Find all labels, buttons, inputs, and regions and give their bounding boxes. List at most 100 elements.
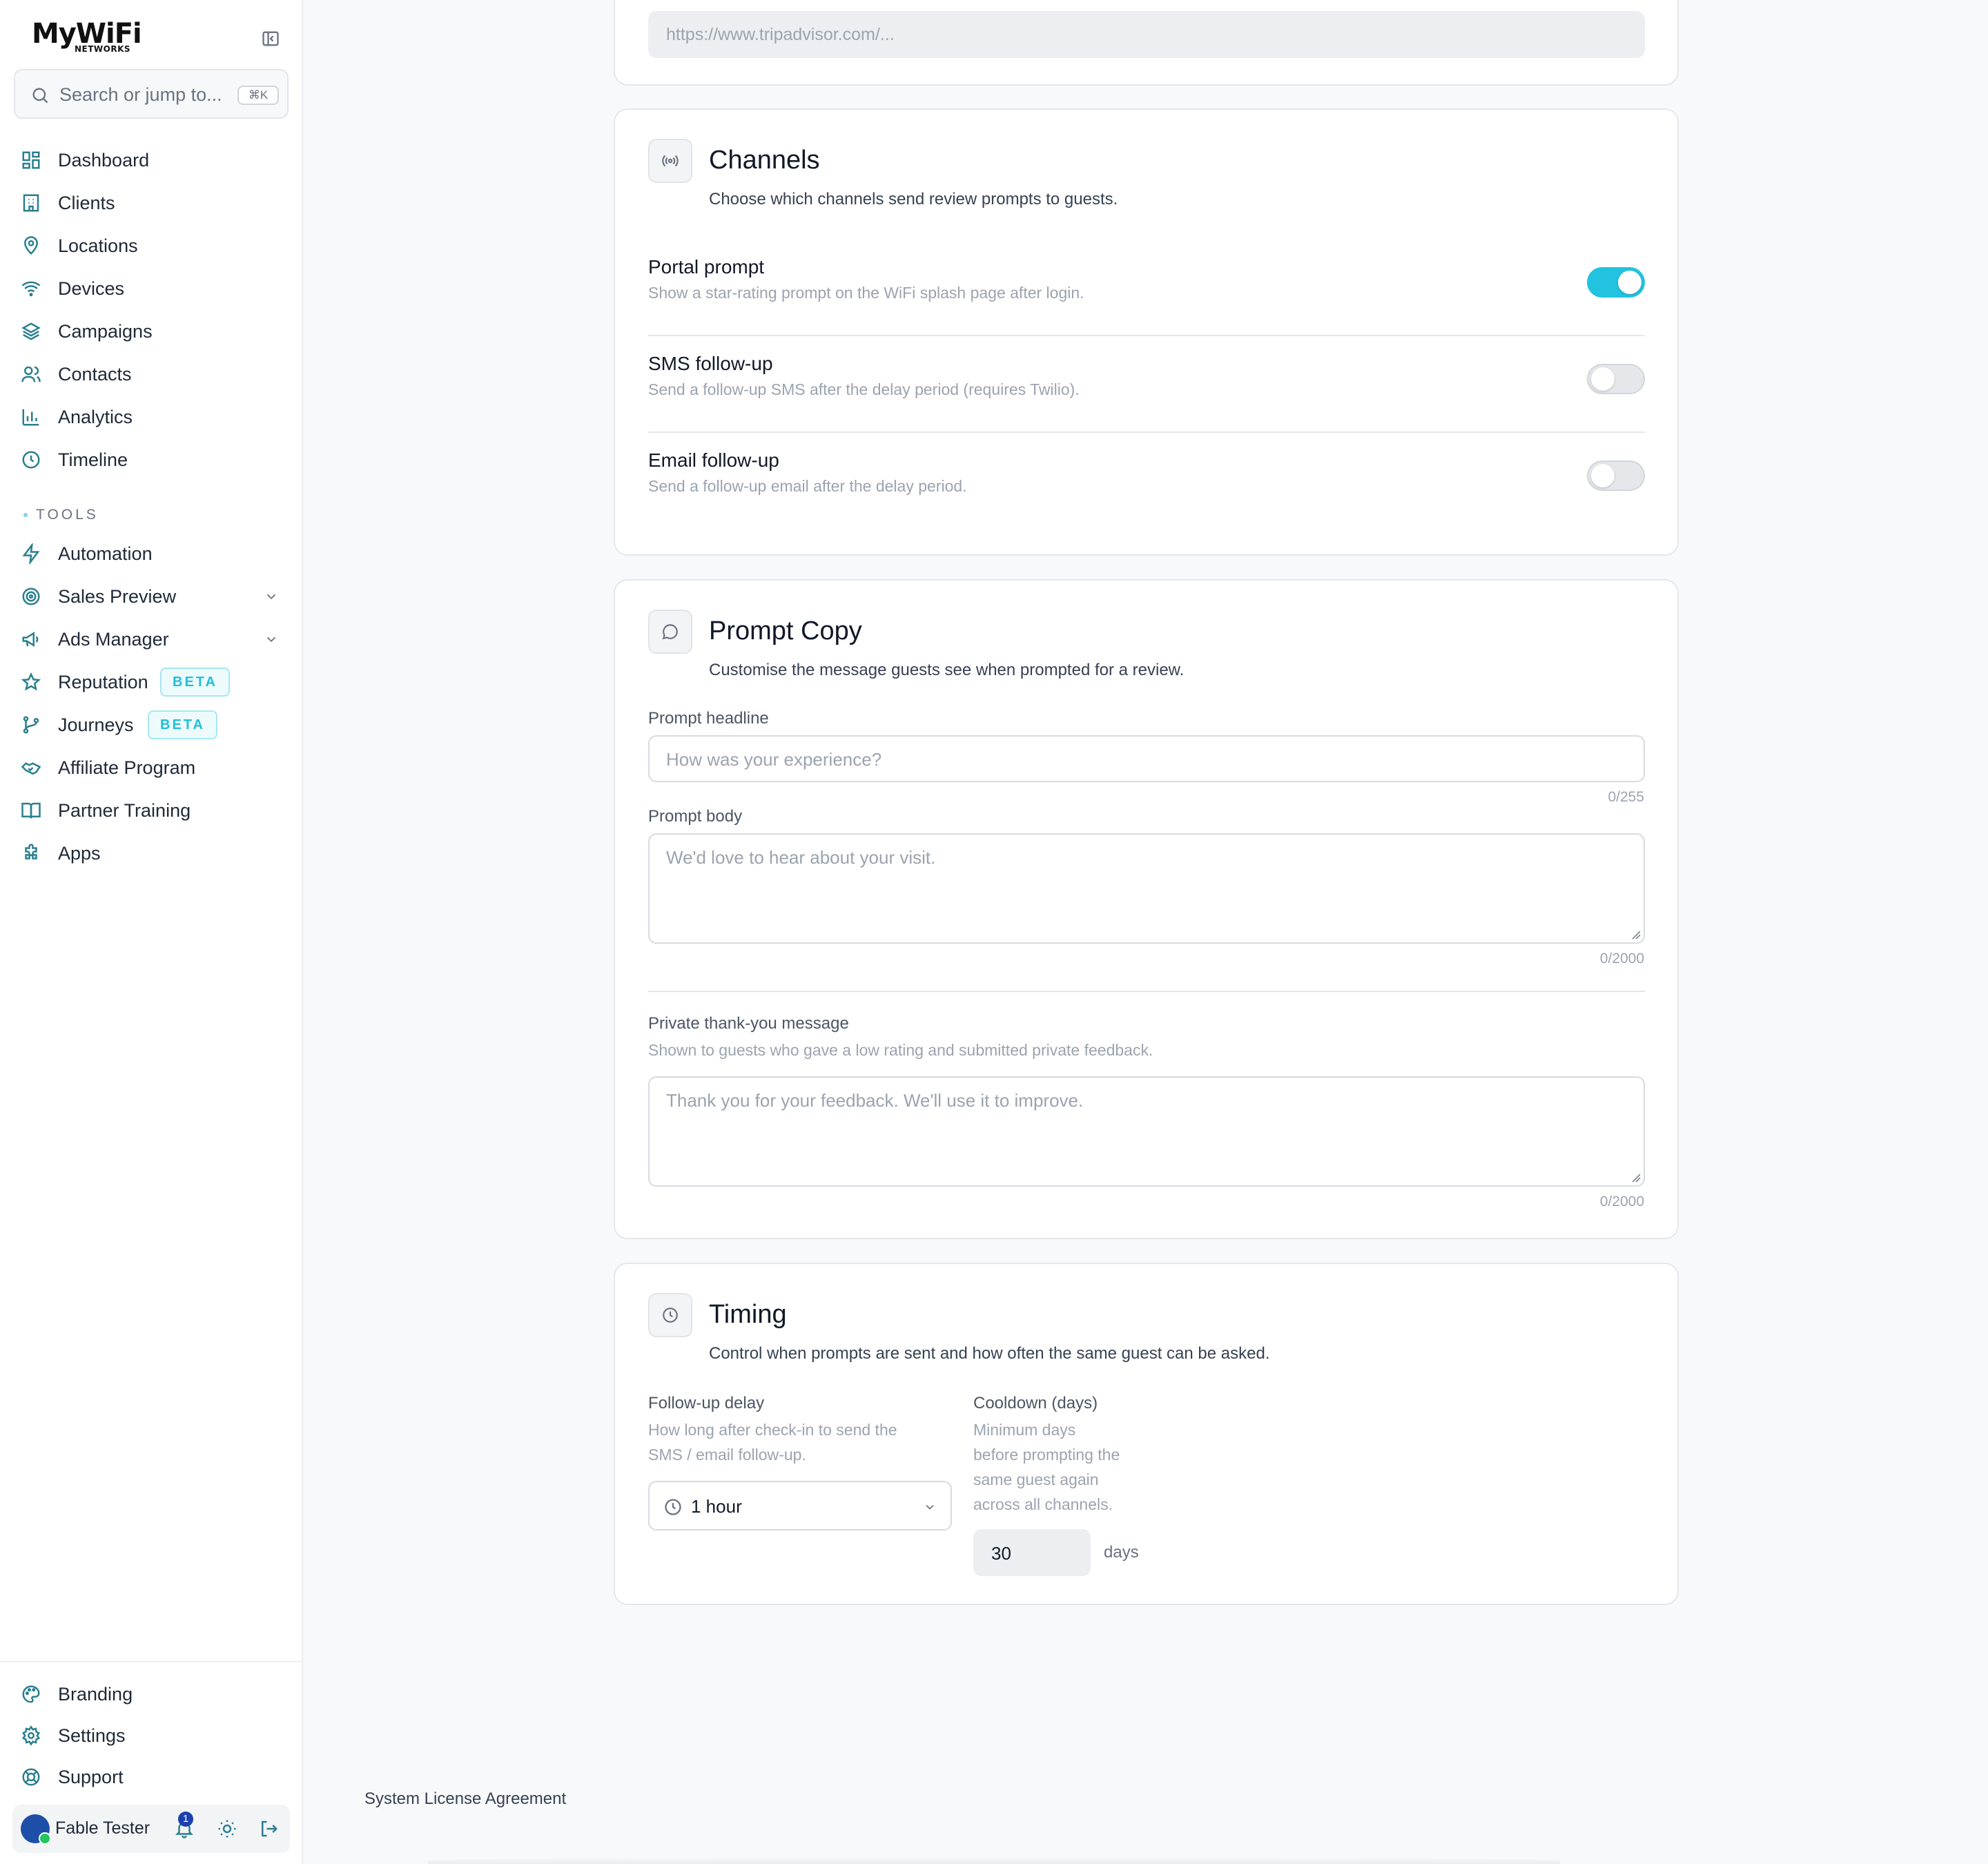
search-placeholder: Search or jump to... bbox=[59, 84, 222, 105]
prompt-body-textarea[interactable]: We'd love to hear about your visit. bbox=[648, 833, 1645, 944]
nav-item-dashboard[interactable]: Dashboard bbox=[21, 143, 290, 177]
handshake-icon bbox=[21, 762, 41, 775]
nav-item-support[interactable]: Support bbox=[21, 1760, 290, 1794]
nav-item-reputation[interactable]: Reputation BETA bbox=[21, 665, 290, 699]
megaphone-icon bbox=[22, 631, 39, 648]
body-counter: 0/2000 bbox=[1599, 951, 1644, 967]
cooldown-days-input[interactable]: 30 bbox=[973, 1529, 1091, 1576]
email-followup-toggle[interactable] bbox=[1587, 460, 1645, 491]
body-label: Prompt body bbox=[648, 807, 743, 826]
license-agreement-link[interactable]: System License Agreement bbox=[364, 1789, 566, 1809]
review-link-card: https://www.tripadvisor.com/... bbox=[614, 0, 1679, 86]
nav-item-automation[interactable]: Automation bbox=[21, 536, 290, 571]
sms-followup-toggle[interactable] bbox=[1587, 364, 1645, 394]
nav-item-partner-training[interactable]: Partner Training bbox=[21, 793, 290, 828]
resize-handle-icon[interactable] bbox=[1631, 930, 1641, 940]
nav-item-clients[interactable]: Clients bbox=[21, 186, 290, 220]
broadcast-icon bbox=[662, 155, 679, 167]
nav-label: Affiliate Program bbox=[58, 757, 196, 778]
chevron-down-icon[interactable] bbox=[264, 632, 279, 647]
sidebar-collapse-icon[interactable] bbox=[261, 29, 280, 48]
timing-card: Timing Control when prompts are sent and… bbox=[614, 1263, 1679, 1605]
avatar[interactable] bbox=[21, 1814, 51, 1845]
nav-item-timeline[interactable]: Timeline bbox=[21, 443, 290, 477]
chevron-down-icon[interactable] bbox=[264, 589, 279, 604]
section-dot bbox=[23, 513, 28, 518]
thanks-label: Private thank-you message bbox=[648, 1014, 849, 1033]
gear-icon bbox=[21, 1725, 41, 1746]
nav-label: Settings bbox=[58, 1725, 126, 1746]
clock-icon bbox=[22, 451, 40, 469]
clock-icon bbox=[663, 1308, 678, 1323]
thank-you-textarea[interactable]: Thank you for your feedback. We'll use i… bbox=[648, 1076, 1645, 1187]
headline-label: Prompt headline bbox=[648, 709, 769, 728]
beta-badge: BETA bbox=[160, 668, 230, 697]
cooldown-hint-line: same guest again bbox=[973, 1470, 1099, 1488]
nav-label: Branding bbox=[58, 1684, 133, 1705]
thanks-counter: 0/2000 bbox=[1599, 1194, 1644, 1210]
map-pin-icon bbox=[23, 236, 39, 255]
user-name[interactable]: Fable Tester bbox=[55, 1818, 150, 1838]
nav-label: Sales Preview bbox=[58, 586, 177, 607]
prompt-copy-card: Prompt Copy Customise the message guests… bbox=[614, 579, 1679, 1239]
card-icon-box bbox=[648, 610, 692, 654]
layers-icon bbox=[21, 322, 41, 340]
star-icon bbox=[21, 672, 41, 691]
nav-label: Campaigns bbox=[58, 321, 153, 342]
clock-icon bbox=[665, 1499, 681, 1515]
chat-bubble-icon bbox=[662, 624, 678, 640]
logout-icon[interactable] bbox=[258, 1818, 279, 1839]
users-icon bbox=[21, 366, 41, 382]
nav-item-apps[interactable]: Apps bbox=[21, 836, 290, 871]
delay-label: Follow-up delay bbox=[648, 1394, 765, 1412]
followup-delay-select[interactable]: 1 hour bbox=[648, 1481, 952, 1531]
nav-label: Devices bbox=[58, 278, 125, 299]
body-placeholder: We'd love to hear about your visit. bbox=[666, 847, 936, 868]
cooldown-hint-line: Minimum days bbox=[973, 1421, 1076, 1439]
channel-label: Portal prompt bbox=[648, 256, 765, 278]
search-box[interactable]: Search or jump to... ⌘K bbox=[14, 69, 289, 119]
nav-item-contacts[interactable]: Contacts bbox=[21, 357, 290, 391]
nav-item-locations[interactable]: Locations bbox=[21, 229, 290, 263]
cooldown-label: Cooldown (days) bbox=[973, 1394, 1098, 1412]
nav-item-sales-preview[interactable]: Sales Preview bbox=[21, 579, 290, 614]
card-title: Channels bbox=[709, 146, 820, 175]
resize-handle-icon[interactable] bbox=[1631, 1173, 1641, 1183]
nav-item-devices[interactable]: Devices bbox=[21, 271, 290, 306]
card-subtitle: Control when prompts are sent and how of… bbox=[709, 1344, 1270, 1363]
nav-label: Apps bbox=[58, 843, 101, 864]
cooldown-hint-line: across all channels. bbox=[973, 1495, 1113, 1513]
book-icon bbox=[21, 802, 41, 819]
nav-item-branding[interactable]: Branding bbox=[21, 1677, 290, 1711]
card-title: Prompt Copy bbox=[709, 617, 862, 645]
sun-icon[interactable] bbox=[217, 1818, 237, 1839]
nav-label: Clients bbox=[58, 193, 115, 213]
nav-item-campaigns[interactable]: Campaigns bbox=[21, 314, 290, 349]
card-title: Timing bbox=[709, 1300, 787, 1329]
notification-count: 1 bbox=[178, 1812, 193, 1827]
review-url-input[interactable]: https://www.tripadvisor.com/... bbox=[648, 11, 1645, 58]
nav-item-analytics[interactable]: Analytics bbox=[21, 400, 290, 434]
nav-item-settings[interactable]: Settings bbox=[21, 1718, 290, 1753]
delay-value: 1 hour bbox=[691, 1496, 742, 1517]
lifebuoy-icon bbox=[22, 1768, 40, 1786]
grid-icon bbox=[22, 151, 40, 169]
channel-desc: Show a star-rating prompt on the WiFi sp… bbox=[648, 284, 1084, 302]
toggle-knob bbox=[1618, 271, 1641, 294]
thanks-placeholder: Thank you for your feedback. We'll use i… bbox=[666, 1090, 1084, 1111]
channel-label: Email follow-up bbox=[648, 449, 779, 471]
nav-item-ads-manager[interactable]: Ads Manager bbox=[21, 622, 290, 657]
delay-hint: How long after check-in to send the SMS /… bbox=[648, 1417, 897, 1467]
palette-icon bbox=[22, 1685, 40, 1703]
user-bar: Fable Tester 1 bbox=[12, 1805, 290, 1853]
prompt-headline-input[interactable]: How was your experience? bbox=[648, 735, 1645, 782]
target-icon bbox=[22, 588, 40, 605]
brand-logo[interactable]: MyWiFi NETWORKS bbox=[32, 19, 142, 54]
nav-item-journeys[interactable]: Journeys BETA bbox=[21, 708, 290, 742]
nav-item-affiliate-program[interactable]: Affiliate Program bbox=[21, 750, 290, 785]
nav-label: Support bbox=[58, 1767, 124, 1787]
chevron-down-icon bbox=[926, 1504, 934, 1510]
cooldown-hint: Minimum days before prompting the same gue… bbox=[973, 1417, 1120, 1517]
channel-desc: Send a follow-up email after the delay p… bbox=[648, 477, 967, 495]
portal-prompt-toggle[interactable] bbox=[1587, 267, 1645, 298]
